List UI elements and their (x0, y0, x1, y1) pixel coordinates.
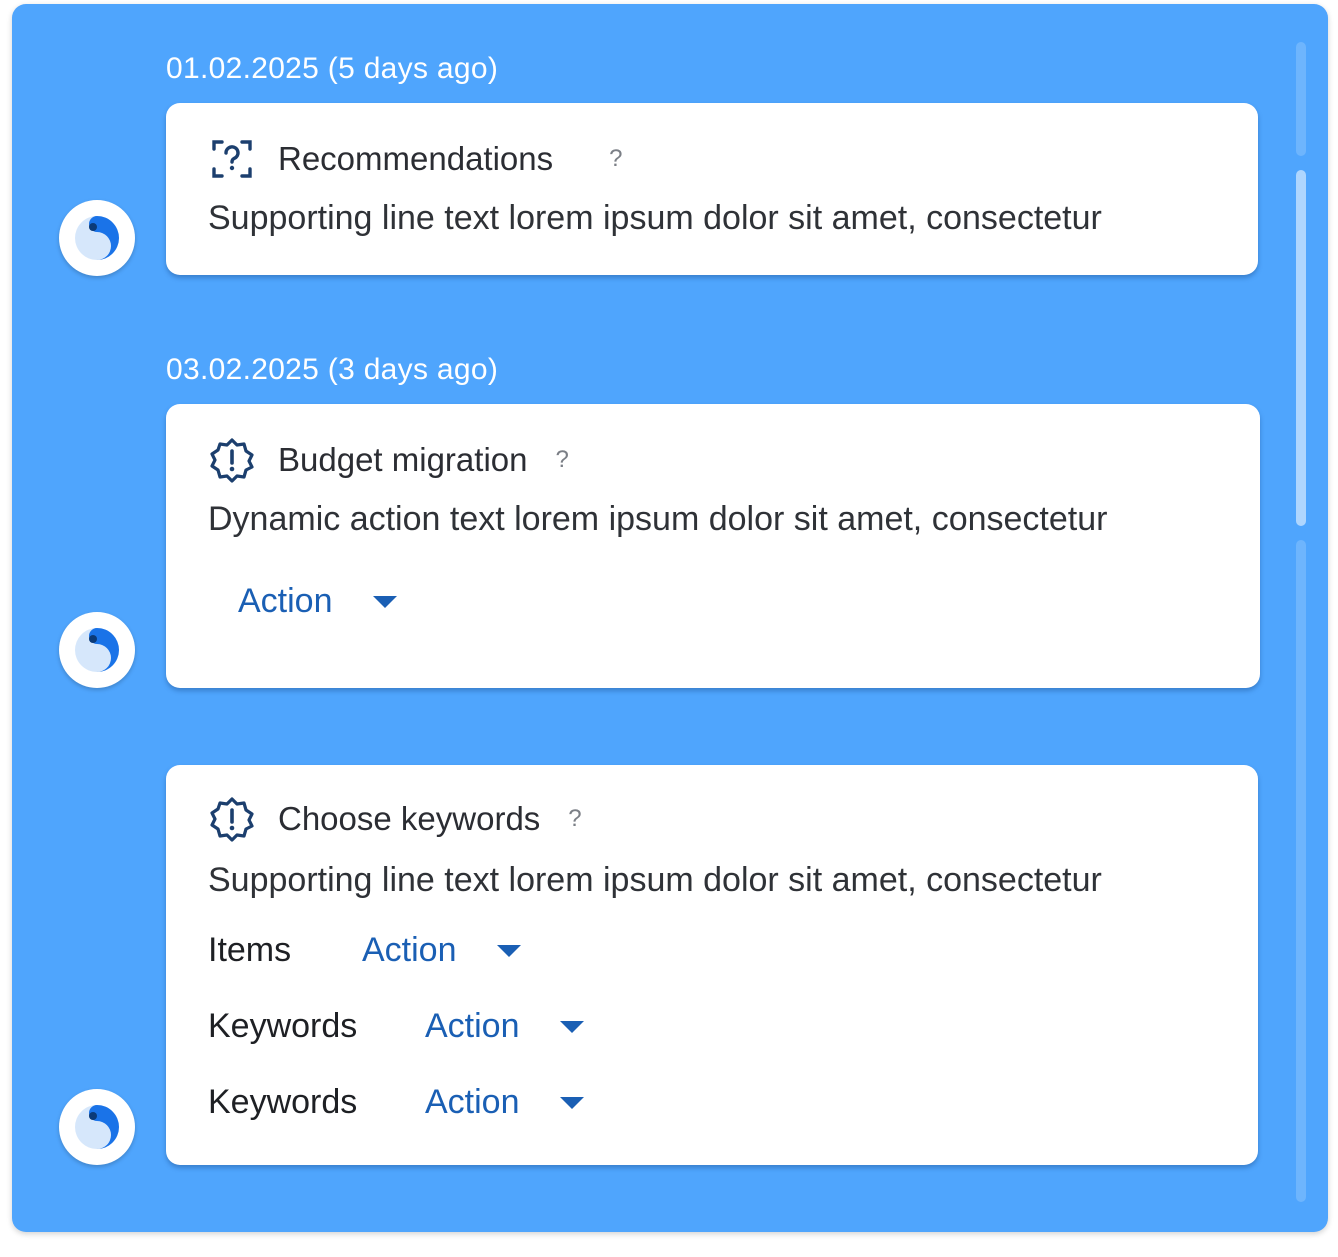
alert-badge-icon (208, 436, 256, 484)
card-supporting-text: Supporting line text lorem ipsum dolor s… (208, 199, 1102, 237)
row-label-items: Items (208, 931, 292, 969)
avatar (59, 1089, 135, 1165)
action-dropdown[interactable]: Action (238, 582, 397, 621)
caret-down-icon[interactable] (559, 1096, 584, 1109)
avatar (59, 612, 135, 688)
entry-date: 03.02.2025 (3 days ago) (166, 353, 499, 386)
avatar (59, 200, 135, 276)
scrollbar-track-up[interactable] (1296, 42, 1306, 156)
help-icon[interactable]: ? (555, 446, 568, 474)
alert-badge-icon (208, 795, 256, 843)
caret-down-icon[interactable] (372, 595, 397, 608)
card-supporting-text: Supporting line text lorem ipsum dolor s… (208, 861, 1102, 899)
card-title: Choose keywords (278, 800, 541, 837)
entry-date: 01.02.2025 (5 days ago) (166, 52, 499, 85)
scrollbar-track-down[interactable] (1296, 540, 1306, 1202)
caret-down-icon[interactable] (559, 1020, 584, 1033)
unknown-document-icon (208, 135, 256, 183)
card-choose-keywords: Choose keywords ? Supporting line text l… (166, 765, 1258, 1165)
row-label-keywords: Keywords (208, 1007, 358, 1045)
action-label[interactable]: Action (425, 1083, 520, 1122)
action-dropdown[interactable]: Action (425, 1007, 584, 1046)
action-label[interactable]: Action (238, 582, 333, 621)
action-dropdown[interactable]: Action (425, 1083, 584, 1122)
card-supporting-text: Dynamic action text lorem ipsum dolor si… (208, 500, 1108, 538)
row-label-keywords: Keywords (208, 1083, 358, 1121)
card-recommendations: Recommendations ? Supporting line text l… (166, 103, 1258, 275)
action-dropdown[interactable]: Action (362, 931, 521, 970)
caret-down-icon[interactable] (496, 944, 521, 957)
scrollbar-thumb[interactable] (1296, 170, 1306, 526)
card-title: Recommendations (278, 140, 554, 177)
help-icon[interactable]: ? (568, 805, 581, 833)
help-icon[interactable]: ? (609, 145, 622, 173)
card-title: Budget migration (278, 441, 528, 478)
action-label[interactable]: Action (362, 931, 457, 970)
card-budget-migration: Budget migration ? Dynamic action text l… (166, 404, 1260, 688)
action-label[interactable]: Action (425, 1007, 520, 1046)
